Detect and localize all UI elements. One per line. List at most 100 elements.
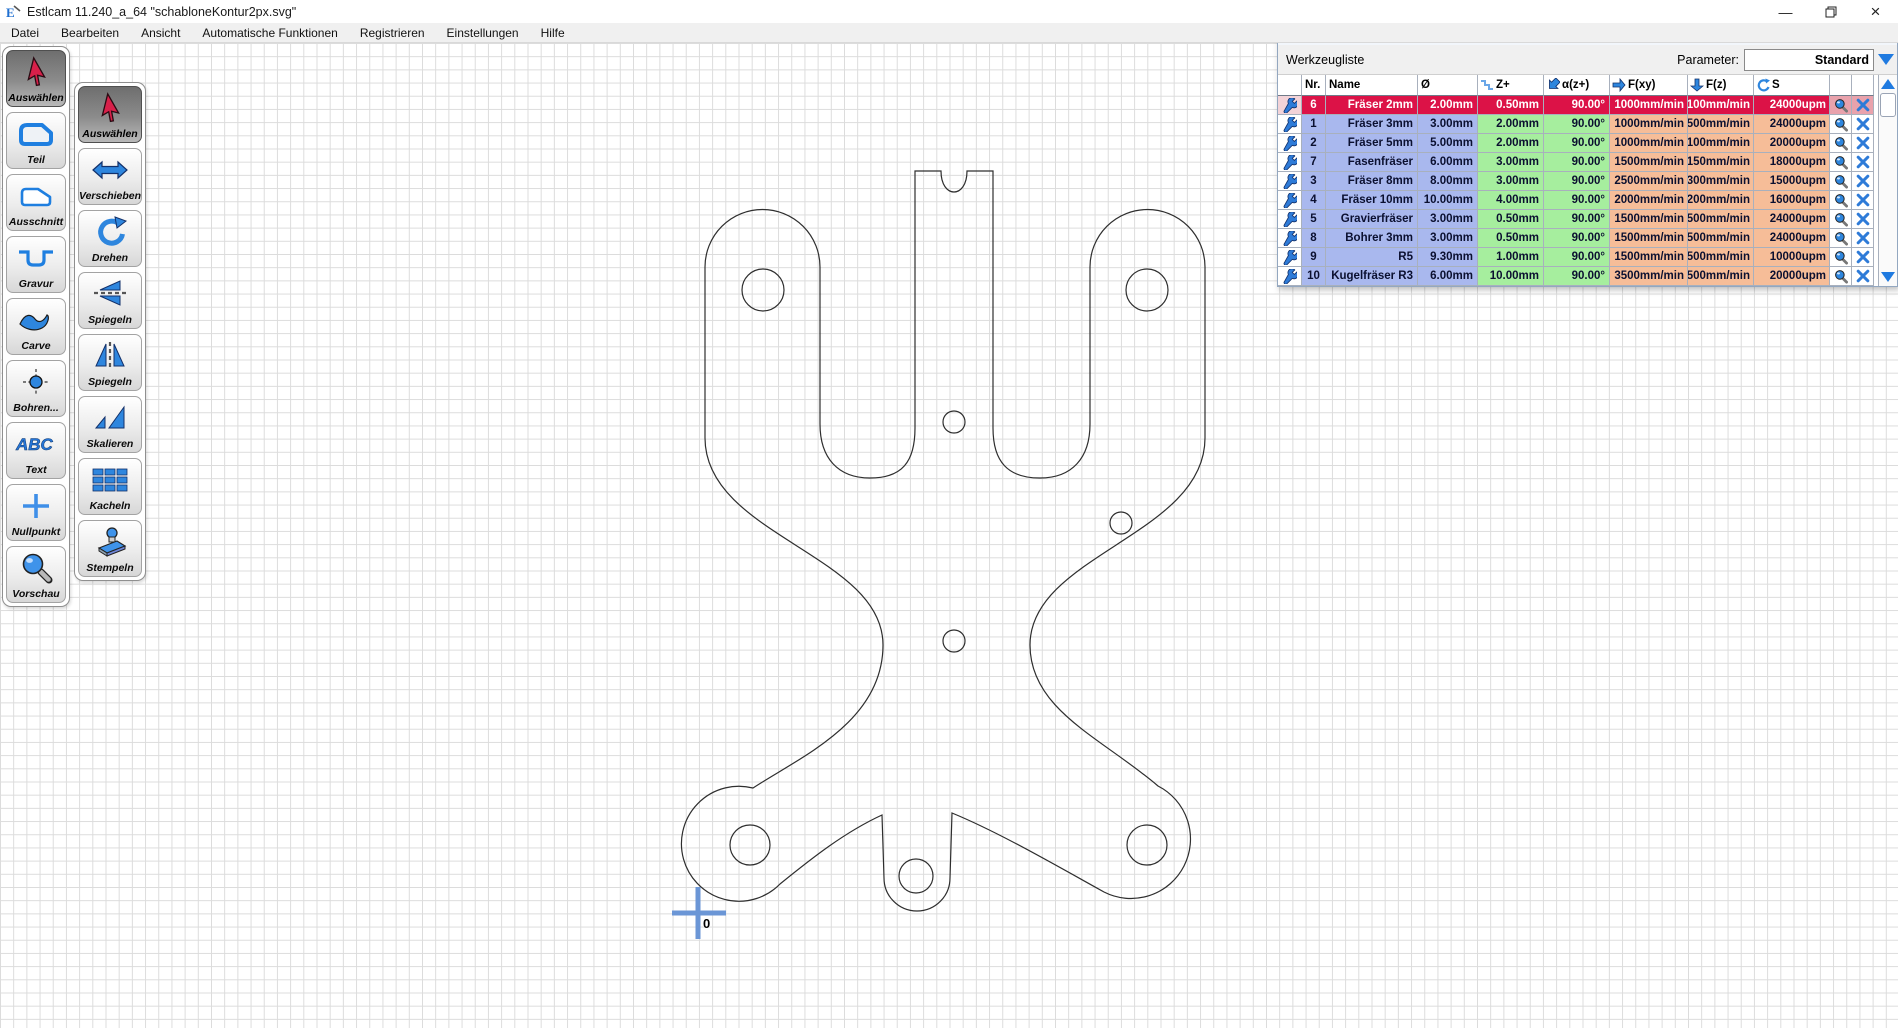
tool-ausschnitt[interactable]: Ausschnitt xyxy=(6,174,66,231)
tool-stempeln[interactable]: Stempeln xyxy=(78,520,142,577)
tool-inspect-cell[interactable] xyxy=(1830,229,1852,248)
tool-delete-cell[interactable] xyxy=(1852,96,1874,115)
header-feed-z: F(z) xyxy=(1688,75,1754,96)
tool-step-depth: 3.00mm xyxy=(1478,172,1544,191)
tool-name: Fräser 2mm xyxy=(1326,96,1418,115)
tool-number: 6 xyxy=(1302,96,1326,115)
tool-spindle-speed: 15000upm xyxy=(1754,172,1830,191)
tool-inspect-cell[interactable] xyxy=(1830,96,1852,115)
header-name: Name xyxy=(1326,75,1418,96)
tool-inspect-cell[interactable] xyxy=(1830,210,1852,229)
tool-skalieren[interactable]: Skalieren xyxy=(78,396,142,453)
close-button[interactable]: × xyxy=(1853,1,1898,23)
header-spindle-speed: S xyxy=(1754,75,1830,96)
scroll-thumb[interactable] xyxy=(1880,93,1896,117)
tool-delete-cell[interactable] xyxy=(1852,172,1874,191)
tool-row[interactable]: 9 R5 9.30mm 1.00mm 90.00° 1500mm/min 500… xyxy=(1278,248,1878,267)
tool-inspect-cell[interactable] xyxy=(1830,267,1852,286)
tool-settings-cell[interactable] xyxy=(1278,115,1302,134)
tool-plunge-angle: 90.00° xyxy=(1544,248,1610,267)
tool-delete-cell[interactable] xyxy=(1852,153,1874,172)
tool-row[interactable]: 2 Fräser 5mm 5.00mm 2.00mm 90.00° 1000mm… xyxy=(1278,134,1878,153)
tool-row[interactable]: 1 Fräser 3mm 3.00mm 2.00mm 90.00° 1000mm… xyxy=(1278,115,1878,134)
tool-table-scrollbar[interactable] xyxy=(1878,75,1897,286)
tool-delete-cell[interactable] xyxy=(1852,210,1874,229)
tool-row[interactable]: 3 Fräser 8mm 8.00mm 3.00mm 90.00° 2500mm… xyxy=(1278,172,1878,191)
magnifier-icon xyxy=(1834,231,1848,246)
tool-plunge-angle: 90.00° xyxy=(1544,115,1610,134)
delete-x-icon xyxy=(1856,250,1870,264)
tool-delete-cell[interactable] xyxy=(1852,229,1874,248)
menu-ansicht[interactable]: Ansicht xyxy=(130,23,191,42)
tool-auswaehlen[interactable]: Auswählen xyxy=(6,50,66,107)
tool-inspect-cell[interactable] xyxy=(1830,115,1852,134)
magnifier-icon xyxy=(1834,212,1848,227)
tool-settings-cell[interactable] xyxy=(1278,172,1302,191)
tool-settings-cell[interactable] xyxy=(1278,229,1302,248)
tool-settings-cell[interactable] xyxy=(1278,153,1302,172)
tool-delete-cell[interactable] xyxy=(1852,267,1874,286)
tool-nullpunkt[interactable]: Nullpunkt xyxy=(6,484,66,541)
menu-hilfe[interactable]: Hilfe xyxy=(530,23,576,42)
tool-row[interactable]: 7 Fasenfräser 6.00mm 3.00mm 90.00° 1500m… xyxy=(1278,153,1878,172)
tool-inspect-cell[interactable] xyxy=(1830,172,1852,191)
tool-delete-cell[interactable] xyxy=(1852,115,1874,134)
tool-kacheln[interactable]: Kacheln xyxy=(78,458,142,515)
tool-plunge-angle: 90.00° xyxy=(1544,267,1610,286)
tool-number: 5 xyxy=(1302,210,1326,229)
tool-diameter: 2.00mm xyxy=(1418,96,1478,115)
tool-teil[interactable]: Teil xyxy=(6,112,66,169)
tool-row[interactable]: 10 Kugelfräser R3 6.00mm 10.00mm 90.00° … xyxy=(1278,267,1878,286)
tool-settings-cell[interactable] xyxy=(1278,210,1302,229)
delete-x-icon xyxy=(1856,193,1870,207)
restore-button[interactable] xyxy=(1808,1,1853,23)
tool-row[interactable]: 8 Bohrer 3mm 3.00mm 0.50mm 90.00° 1500mm… xyxy=(1278,229,1878,248)
tool-carve[interactable]: Carve xyxy=(6,298,66,355)
tool-settings-cell[interactable] xyxy=(1278,134,1302,153)
tool-settings-cell[interactable] xyxy=(1278,96,1302,115)
tool-row[interactable]: 6 Fräser 2mm 2.00mm 0.50mm 90.00° 1000mm… xyxy=(1278,96,1878,115)
tile-icon xyxy=(79,459,141,500)
tool-bohren[interactable]: Bohren... xyxy=(6,360,66,417)
tool-vorschau[interactable]: Vorschau xyxy=(6,546,66,603)
delete-x-icon xyxy=(1856,174,1870,188)
tool-auswaehlen-2[interactable]: Auswählen xyxy=(78,86,142,143)
tool-settings-cell[interactable] xyxy=(1278,267,1302,286)
menu-automatische-funktionen[interactable]: Automatische Funktionen xyxy=(191,23,348,42)
scroll-down-icon[interactable] xyxy=(1881,272,1895,282)
wrench-icon xyxy=(1282,250,1297,265)
parameter-input[interactable] xyxy=(1744,49,1874,71)
menu-bearbeiten[interactable]: Bearbeiten xyxy=(50,23,130,42)
tool-inspect-cell[interactable] xyxy=(1830,248,1852,267)
wrench-icon xyxy=(1282,117,1297,132)
tool-delete-cell[interactable] xyxy=(1852,191,1874,210)
menu-datei[interactable]: Datei xyxy=(0,23,50,42)
scroll-up-icon[interactable] xyxy=(1881,79,1895,89)
tool-inspect-cell[interactable] xyxy=(1830,191,1852,210)
tool-spiegeln-horizontal[interactable]: Spiegeln xyxy=(78,272,142,329)
tool-verschieben[interactable]: Verschieben xyxy=(78,148,142,205)
tool-settings-cell[interactable] xyxy=(1278,191,1302,210)
tool-row[interactable]: 5 Gravierfräser 3.00mm 0.50mm 90.00° 150… xyxy=(1278,210,1878,229)
tool-drehen[interactable]: Drehen xyxy=(78,210,142,267)
tool-row[interactable]: 4 Fräser 10mm 10.00mm 4.00mm 90.00° 2000… xyxy=(1278,191,1878,210)
tool-gravur[interactable]: Gravur xyxy=(6,236,66,293)
tool-diameter: 6.00mm xyxy=(1418,267,1478,286)
tool-delete-cell[interactable] xyxy=(1852,134,1874,153)
tool-step-depth: 1.00mm xyxy=(1478,248,1544,267)
tool-settings-cell[interactable] xyxy=(1278,248,1302,267)
tool-delete-cell[interactable] xyxy=(1852,248,1874,267)
magnifier-icon xyxy=(1834,269,1848,284)
tool-inspect-cell[interactable] xyxy=(1830,153,1852,172)
tool-spindle-speed: 20000upm xyxy=(1754,134,1830,153)
minimize-button[interactable]: — xyxy=(1763,1,1808,23)
tool-feed-z: 500mm/min xyxy=(1688,267,1754,286)
tool-inspect-cell[interactable] xyxy=(1830,134,1852,153)
tool-feed-xy: 1500mm/min xyxy=(1610,229,1688,248)
tool-spiegeln-vertikal[interactable]: Spiegeln xyxy=(78,334,142,391)
menu-registrieren[interactable]: Registrieren xyxy=(349,23,436,42)
magnifier-icon xyxy=(1834,174,1848,189)
tool-text[interactable]: ABC Text xyxy=(6,422,66,479)
parameter-dropdown-icon[interactable] xyxy=(1878,54,1894,65)
menu-einstellungen[interactable]: Einstellungen xyxy=(436,23,530,42)
